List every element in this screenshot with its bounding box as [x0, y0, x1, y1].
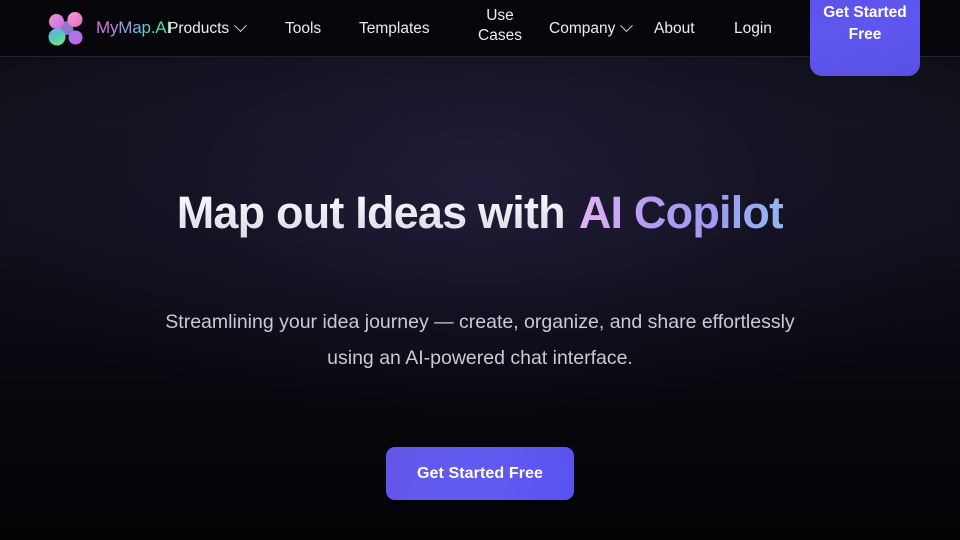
hero-get-started-button[interactable]: Get Started Free — [386, 447, 574, 500]
nav-item-login-label: Login — [734, 19, 772, 37]
header-get-started-button[interactable]: Get Started Free — [810, 0, 920, 76]
nav-item-about-label: About — [654, 19, 695, 37]
nav-item-login[interactable]: Login — [734, 0, 772, 57]
nav-item-tools[interactable]: Tools — [285, 0, 321, 57]
nav-item-company-label: Company — [549, 19, 616, 37]
page-title: Map out Ideas with AI Copilot — [0, 187, 960, 239]
nav-item-products[interactable]: Products — [168, 0, 248, 57]
nav-item-use-cases-label-line1: Use — [486, 7, 514, 24]
nav-item-templates[interactable]: Templates — [359, 0, 430, 57]
page-background: MyMap.AI Products Tools Templates Use Ca… — [0, 0, 960, 540]
cluster-nodes-logo-icon[interactable] — [44, 10, 88, 48]
page-title-plain: Map out Ideas with — [176, 187, 566, 238]
brand-name[interactable]: MyMap.AI — [96, 18, 171, 38]
nav-item-company[interactable]: Company — [549, 0, 634, 57]
chevron-down-icon — [620, 19, 634, 33]
nav-item-products-label: Products — [168, 19, 230, 37]
nav-item-about[interactable]: About — [654, 0, 695, 57]
nav-item-templates-label: Templates — [359, 19, 430, 37]
page-title-accent: AI Copilot — [578, 187, 784, 238]
chevron-down-icon — [234, 19, 248, 33]
nav-item-tools-label: Tools — [285, 19, 322, 37]
hero-subheadline: Streamlining your idea journey — create,… — [165, 311, 795, 369]
hero-section: Map out Ideas with AI Copilot Streamlinin… — [0, 57, 960, 540]
nav-item-use-cases[interactable]: Use Cases — [472, 0, 528, 57]
nav-item-use-cases-label-line2: Cases — [478, 26, 522, 44]
